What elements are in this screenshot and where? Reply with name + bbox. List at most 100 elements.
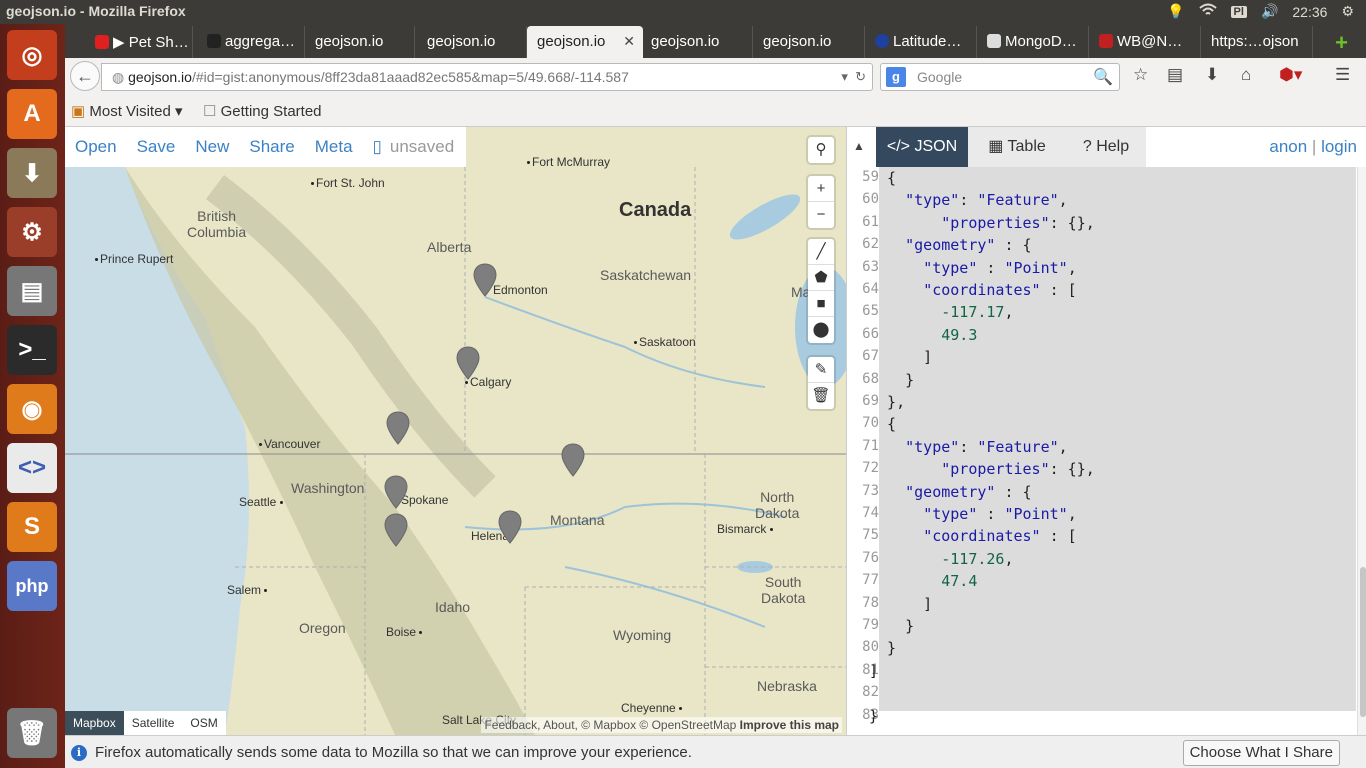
url-bar[interactable]: ◍ geojson.io/#id=gist:anonymous/8ff23da8… bbox=[101, 63, 873, 91]
layer-osm[interactable]: OSM bbox=[182, 711, 225, 735]
map[interactable]: Canada British Columbia Alberta Saskatch… bbox=[65, 127, 846, 735]
draw-polygon-icon[interactable]: ⬟ bbox=[808, 265, 834, 291]
url-dropdown-reload-icons[interactable]: ▾ ↻ bbox=[841, 69, 866, 85]
meta-button[interactable]: Meta bbox=[315, 137, 353, 157]
sublime-text-icon[interactable]: S bbox=[7, 502, 57, 552]
code-area[interactable]: { "type": "Feature", "properties": {}, "… bbox=[869, 167, 1356, 725]
hamburger-menu-icon[interactable]: ☰ bbox=[1335, 65, 1350, 85]
code-editor-icon[interactable]: <> bbox=[7, 443, 57, 493]
code-line[interactable]: ] bbox=[869, 595, 932, 613]
tab-json[interactable]: </> JSON bbox=[876, 127, 968, 167]
file-manager-icon[interactable]: ▤ bbox=[7, 266, 57, 316]
save-button[interactable]: Save bbox=[137, 137, 176, 157]
reading-list-icon[interactable]: ▤ bbox=[1167, 65, 1183, 85]
code-line[interactable]: } bbox=[869, 617, 914, 635]
settings-icon[interactable]: ⚙ bbox=[7, 207, 57, 257]
bookmark-star-icon[interactable]: ☆ bbox=[1133, 65, 1148, 85]
gear-icon[interactable]: ⚙ bbox=[1341, 3, 1354, 20]
json-code-editor[interactable]: 59 60 61 62 63 64 65 66 67 68 69 70 71 72 73 74 75 76 77 78… bbox=[847, 167, 1366, 735]
code-line[interactable]: 47.4 bbox=[869, 572, 977, 590]
ubuntu-dash-icon[interactable]: ◎ bbox=[7, 30, 57, 80]
software-center-icon[interactable]: A bbox=[7, 89, 57, 139]
home-icon[interactable]: ⌂ bbox=[1241, 65, 1251, 85]
lightbulb-icon[interactable]: 💡 bbox=[1167, 3, 1184, 20]
tab[interactable]: Latitude… bbox=[865, 26, 977, 58]
adblock-icon[interactable]: ⬢▾ bbox=[1279, 65, 1302, 85]
map-marker-pin-icon[interactable] bbox=[384, 513, 408, 547]
wifi-icon[interactable] bbox=[1198, 3, 1217, 20]
tab[interactable]: geojson.io bbox=[641, 26, 753, 58]
new-button[interactable]: New bbox=[195, 137, 229, 157]
edit-icon[interactable]: ✎ bbox=[808, 357, 834, 383]
map-marker-pin-icon[interactable] bbox=[473, 263, 497, 297]
code-line[interactable]: "type" : "Point", bbox=[869, 505, 1077, 523]
trash-icon[interactable]: 🗑 bbox=[7, 708, 57, 758]
collapse-panel-icon[interactable]: ▲ bbox=[853, 139, 865, 153]
trash-icon[interactable]: 🗑 bbox=[808, 383, 834, 409]
login-link[interactable]: login bbox=[1321, 137, 1357, 156]
map-search-control[interactable]: ⚲ bbox=[808, 137, 834, 163]
tab-active[interactable]: geojson.io ✕ bbox=[527, 26, 643, 58]
open-button[interactable]: Open bbox=[75, 137, 117, 157]
code-line[interactable]: -117.26, bbox=[869, 550, 1013, 568]
firefox-icon[interactable]: ◉ bbox=[7, 384, 57, 434]
map-marker-pin-icon[interactable] bbox=[561, 443, 585, 477]
code-line[interactable]: "properties": {}, bbox=[869, 214, 1095, 232]
code-line[interactable]: "geometry" : { bbox=[869, 483, 1031, 501]
code-line[interactable]: } bbox=[869, 707, 878, 725]
scrollbar-thumb[interactable] bbox=[1360, 567, 1366, 717]
tab-help[interactable]: ? Help bbox=[1066, 127, 1146, 167]
layer-mapbox[interactable]: Mapbox bbox=[65, 711, 124, 735]
improve-map-link[interactable]: Improve this map bbox=[740, 718, 839, 732]
code-line[interactable]: "type" : "Point", bbox=[869, 259, 1077, 277]
search-icon[interactable]: 🔍 bbox=[1093, 67, 1113, 87]
code-line[interactable]: { bbox=[869, 169, 896, 187]
tab[interactable]: geojson.io bbox=[753, 26, 865, 58]
search-box[interactable]: g Google 🔍 bbox=[880, 63, 1120, 91]
draw-line-icon[interactable]: ╱ bbox=[808, 239, 834, 265]
tab[interactable]: geojson.io bbox=[417, 26, 527, 58]
code-line[interactable]: "geometry" : { bbox=[869, 236, 1031, 254]
code-line[interactable]: { bbox=[869, 415, 896, 433]
code-line[interactable]: 49.3 bbox=[869, 326, 977, 344]
clock[interactable]: 22:36 bbox=[1292, 4, 1327, 20]
map-marker-pin-icon[interactable] bbox=[498, 510, 522, 544]
draw-marker-icon[interactable]: ⬤ bbox=[808, 317, 834, 343]
tab[interactable]: aggrega… bbox=[197, 26, 305, 58]
tab[interactable]: WB@N… bbox=[1089, 26, 1201, 58]
share-button[interactable]: Share bbox=[249, 137, 294, 157]
code-line[interactable]: -117.17, bbox=[869, 303, 1013, 321]
search-icon[interactable]: ⚲ bbox=[808, 137, 834, 163]
php-icon[interactable]: php bbox=[7, 561, 57, 611]
volume-icon[interactable]: 🔊 bbox=[1261, 3, 1278, 20]
code-line[interactable]: "coordinates" : [ bbox=[869, 527, 1077, 545]
code-line[interactable]: ] bbox=[869, 662, 878, 680]
keyboard-layout-indicator[interactable]: Pl bbox=[1230, 5, 1247, 18]
tab[interactable]: MongoD… bbox=[977, 26, 1089, 58]
back-button[interactable]: ← bbox=[70, 61, 100, 91]
code-line[interactable]: "properties": {}, bbox=[869, 460, 1095, 478]
code-line[interactable]: }, bbox=[869, 393, 905, 411]
tab[interactable]: ▶ Pet Sh… bbox=[85, 26, 193, 58]
zoom-out-button[interactable]: − bbox=[808, 202, 834, 228]
code-line[interactable]: "coordinates" : [ bbox=[869, 281, 1077, 299]
new-tab-plus-icon[interactable]: + bbox=[1335, 30, 1348, 56]
getting-started-bookmark[interactable]: ☐ Getting Started bbox=[203, 102, 322, 120]
most-visited-bookmark[interactable]: ▣ Most Visited ▾ bbox=[71, 102, 182, 120]
code-line[interactable]: "type": "Feature", bbox=[869, 191, 1068, 209]
code-line[interactable]: } bbox=[869, 371, 914, 389]
tab[interactable]: geojson.io bbox=[305, 26, 415, 58]
map-marker-pin-icon[interactable] bbox=[384, 475, 408, 509]
layer-satellite[interactable]: Satellite bbox=[124, 711, 183, 735]
terminal-icon[interactable]: >_ bbox=[7, 325, 57, 375]
anon-link[interactable]: anon bbox=[1269, 137, 1307, 156]
tab-table[interactable]: ▦ Table bbox=[968, 127, 1066, 167]
code-line[interactable]: ] bbox=[869, 348, 932, 366]
downloads-icon[interactable]: ⬇ bbox=[7, 148, 57, 198]
draw-rectangle-icon[interactable]: ■ bbox=[808, 291, 834, 317]
map-marker-pin-icon[interactable] bbox=[386, 411, 410, 445]
download-icon[interactable]: ⬇ bbox=[1205, 65, 1219, 85]
zoom-in-button[interactable]: + bbox=[808, 176, 834, 202]
choose-what-i-share-button[interactable]: Choose What I Share bbox=[1182, 740, 1340, 766]
code-line[interactable]: } bbox=[869, 639, 896, 657]
